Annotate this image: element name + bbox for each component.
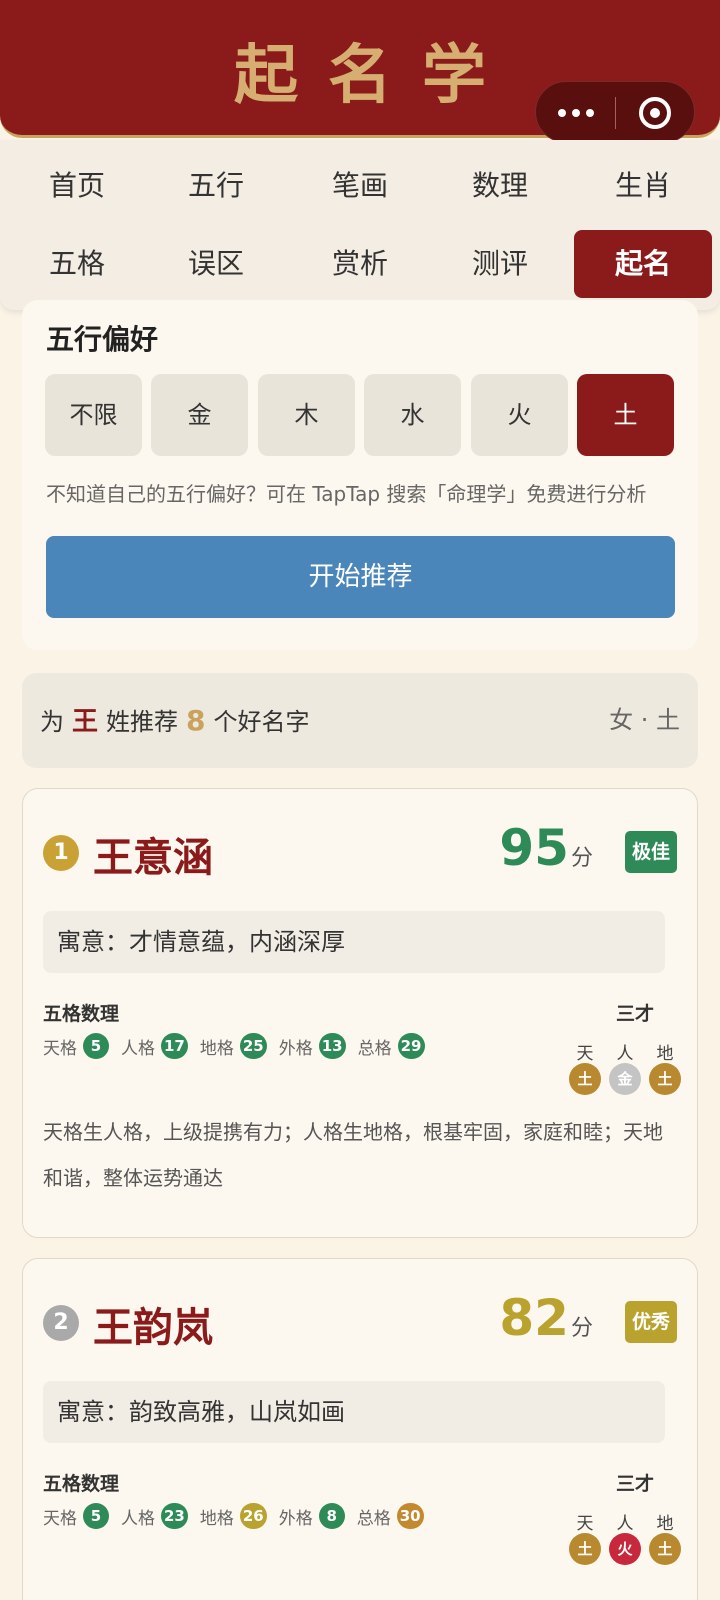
score-value: 82分	[499, 1289, 593, 1347]
summary-filter: 女 · 土	[609, 706, 680, 734]
wuxing-option-metal[interactable]: 金	[151, 374, 248, 456]
wuxing-option-earth[interactable]: 土	[577, 374, 674, 456]
sancai-element: 土	[569, 1533, 601, 1565]
wuxing-option-fire[interactable]: 火	[471, 374, 568, 456]
name-analysis: 天格生人格，上级提携有力；人格生地格，根基牢固，家庭和睦；天地和谐，整体运势通达	[43, 1120, 663, 1190]
sancai-label: 天	[576, 1514, 594, 1534]
sancai-label: 地	[656, 1044, 674, 1064]
name-card[interactable]: 2 王韵岚 82分 优秀 寓意：韵致高雅，山岚如画 五格数理 天格 5 人格 2…	[22, 1258, 698, 1600]
nav-item-wuge[interactable]: 五格	[8, 230, 146, 298]
wuxing-preference-card: 五行偏好 不限 金 木 水 火 土 不知道自己的五行偏好？可在 TapTap 搜…	[22, 300, 698, 650]
sancai-element: 土	[649, 1533, 681, 1565]
sancai-element: 金	[609, 1063, 641, 1095]
grade-badge: 极佳	[625, 831, 677, 873]
nav-item-strokes[interactable]: 笔画	[291, 152, 429, 220]
wuxing-option-wood[interactable]: 木	[258, 374, 355, 456]
summary-middle: 姓推荐	[106, 708, 179, 736]
sancai-title: 三才	[615, 1003, 654, 1025]
recommended-name: 王韵岚	[93, 1305, 213, 1351]
summary-prefix: 为	[40, 708, 64, 736]
wuge-value: 23	[161, 1503, 188, 1529]
sancai-label: 人	[616, 1044, 634, 1064]
nav-item-wuxing[interactable]: 五行	[147, 152, 285, 220]
nav-item-naming[interactable]: 起名	[574, 230, 712, 298]
nav-item-zodiac[interactable]: 生肖	[574, 152, 712, 220]
mini-program-capsule	[535, 81, 695, 143]
score-value: 95分	[499, 819, 593, 877]
wuge-label: 地格	[199, 1038, 234, 1059]
preference-hint: 不知道自己的五行偏好？可在 TapTap 搜索「命理学」免费进行分析	[46, 482, 647, 506]
wuxing-option-any[interactable]: 不限	[45, 374, 142, 456]
wuge-label: 天格	[43, 1038, 77, 1059]
name-meaning: 寓意：韵致高雅，山岚如画	[43, 1381, 665, 1443]
wuge-value: 5	[83, 1033, 109, 1059]
wuge-label: 总格	[357, 1038, 392, 1059]
summary-count: 8	[186, 704, 206, 737]
score-unit: 分	[570, 1316, 593, 1341]
wuge-label: 外格	[278, 1038, 313, 1059]
summary-text: 为王姓推荐 8 个好名字	[40, 673, 310, 768]
capsule-divider	[615, 97, 616, 129]
summary-suffix: 个好名字	[213, 708, 310, 736]
nav-item-evaluation[interactable]: 测评	[431, 230, 569, 298]
score-number: 82	[499, 1289, 569, 1347]
recommend-summary: 为王姓推荐 8 个好名字 女 · 土	[22, 673, 698, 768]
sancai-title: 三才	[615, 1473, 654, 1495]
grade-badge: 优秀	[625, 1301, 677, 1343]
wuxing-option-water[interactable]: 水	[364, 374, 461, 456]
sancai-element: 土	[649, 1063, 681, 1095]
wuge-value: 13	[318, 1033, 346, 1059]
recommended-name: 王意涵	[93, 835, 213, 881]
wuge-value: 25	[239, 1033, 267, 1059]
wuge-row: 天格 5 人格 23 地格 26 外格 8 总格 30	[43, 1503, 430, 1529]
wuge-title: 五格数理	[43, 1473, 120, 1495]
sancai-label: 天	[576, 1044, 594, 1064]
app-header: 起名学	[0, 0, 720, 143]
nav-item-mistakes[interactable]: 误区	[147, 230, 285, 298]
wuge-value: 30	[396, 1503, 424, 1529]
preference-title: 五行偏好	[46, 323, 159, 356]
wuge-label: 人格	[121, 1038, 155, 1059]
rank-badge: 2	[43, 1305, 79, 1341]
name-meaning: 寓意：才情意蕴，内涵深厚	[43, 911, 665, 973]
wuge-label: 外格	[278, 1508, 313, 1529]
score-number: 95	[499, 819, 569, 877]
more-dots-icon[interactable]	[536, 82, 615, 144]
sancai-label: 地	[656, 1514, 674, 1534]
wuge-value: 8	[318, 1503, 345, 1529]
sancai-element: 土	[569, 1063, 601, 1095]
nav-item-appreciation[interactable]: 赏析	[291, 230, 429, 298]
wuge-label: 天格	[43, 1508, 77, 1529]
nav-item-numerology[interactable]: 数理	[431, 152, 569, 220]
wuge-label: 总格	[356, 1508, 391, 1529]
start-recommend-button[interactable]: 开始推荐	[46, 536, 675, 618]
score-unit: 分	[570, 846, 593, 871]
summary-surname: 王	[72, 707, 99, 737]
wuge-label: 地格	[199, 1508, 234, 1529]
nav-item-home[interactable]: 首页	[8, 152, 146, 220]
wuge-title: 五格数理	[43, 1003, 120, 1025]
sancai-element: 火	[609, 1533, 641, 1565]
wuge-row: 天格 5 人格 17 地格 25 外格 13 总格 29	[43, 1033, 431, 1059]
wuge-value: 26	[239, 1503, 267, 1529]
wuge-label: 人格	[121, 1508, 155, 1529]
record-circle-icon[interactable]	[639, 97, 671, 129]
wuge-value: 5	[83, 1503, 109, 1529]
nav-grid: 首页 五行 笔画 数理 生肖 五格 误区 赏析 测评 起名	[0, 140, 720, 310]
wuge-value: 29	[397, 1033, 425, 1059]
name-card[interactable]: 1 王意涵 95分 极佳 寓意：才情意蕴，内涵深厚 五格数理 天格 5 人格 1…	[22, 788, 698, 1238]
sancai-label: 人	[616, 1514, 634, 1534]
rank-badge: 1	[43, 835, 79, 871]
wuge-value: 17	[161, 1033, 188, 1059]
